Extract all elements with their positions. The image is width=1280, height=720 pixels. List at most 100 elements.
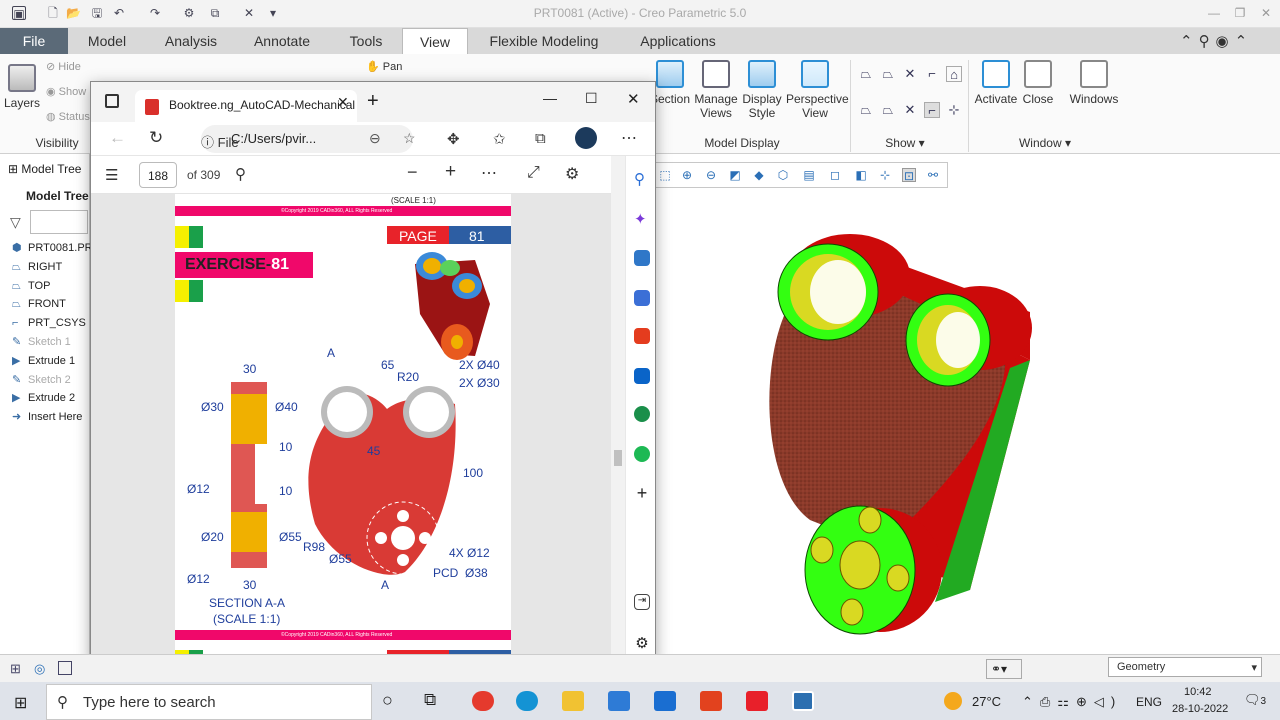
office-taskbar-icon[interactable]	[700, 691, 722, 711]
view-manager-icon[interactable]: ▤	[802, 168, 816, 182]
language-indicator[interactable]: ENG	[1136, 695, 1162, 709]
filter-icon[interactable]: ▽	[10, 214, 21, 231]
tab-flexible-modeling[interactable]: Flexible Modeling	[474, 28, 614, 54]
minimize-icon[interactable]: —	[1200, 3, 1228, 23]
temperature[interactable]: 27°C	[972, 694, 1001, 709]
show-spin-center-icon[interactable]: ⊹	[946, 102, 962, 118]
hide-sidebar-icon[interactable]: ⇥	[634, 594, 650, 610]
back-icon[interactable]: ←	[109, 128, 126, 148]
close-button[interactable]: Close	[1020, 60, 1056, 106]
pdf-settings-icon[interactable]: ⚙	[565, 164, 579, 184]
contents-icon[interactable]: ☰	[105, 166, 118, 184]
spin-center-icon[interactable]: ⚯	[926, 168, 940, 182]
zoom-in-icon[interactable]: ⊕	[680, 168, 694, 182]
pdf-search-icon[interactable]: ⚲	[235, 165, 246, 183]
site-info[interactable]: ⓘ File	[201, 132, 239, 151]
edge-close-icon[interactable]: ✕	[627, 90, 640, 108]
full-screen-icon[interactable]	[58, 661, 72, 675]
pdf-viewport[interactable]: (SCALE 1:1) ©Copyright 2019 CADin360, AL…	[91, 194, 611, 662]
tree-item[interactable]: Extrude 1	[28, 355, 75, 367]
show-button[interactable]: ◉ Show	[46, 85, 86, 98]
activate-button[interactable]: Activate	[974, 60, 1018, 106]
tree-item[interactable]: PRT_CSYS	[28, 317, 86, 329]
favorites-icon[interactable]: ✩	[493, 130, 506, 148]
favorite-add-icon[interactable]: ☆	[403, 130, 416, 147]
zoom-out-icon[interactable]: ⊖	[704, 168, 718, 182]
tab-annotate[interactable]: Annotate	[242, 28, 322, 54]
edge-tab[interactable]: Booktree.ng_AutoCAD-Mechanical	[135, 90, 357, 122]
show-group-label[interactable]: Show ▾	[880, 136, 930, 150]
tree-item[interactable]: Sketch 2	[28, 374, 71, 386]
new-tab-icon[interactable]: +	[367, 90, 379, 113]
browser-toggle-icon[interactable]: ◎	[34, 661, 45, 677]
tree-item[interactable]: Insert Here	[28, 411, 82, 423]
collections-icon[interactable]: ⧉	[535, 130, 546, 147]
wps-icon[interactable]	[746, 691, 768, 711]
show-point-icon[interactable]: ✕	[902, 66, 918, 82]
office-icon[interactable]	[634, 328, 650, 344]
help-search-icons[interactable]: ⌃⚲◉⌃	[1180, 32, 1276, 50]
show-all-icon[interactable]: ⌂	[946, 66, 962, 82]
tree-item[interactable]: Extrude 2	[28, 392, 75, 404]
manage-views-button[interactable]: Manage Views	[694, 60, 738, 120]
section-button[interactable]: Section	[650, 60, 690, 106]
more-menu-icon[interactable]: ⋯	[621, 128, 637, 148]
games-icon[interactable]	[634, 406, 650, 422]
zoom-icon[interactable]: ⊖	[369, 130, 381, 147]
tree-search-input[interactable]	[30, 210, 88, 234]
pdf-zoom-out-icon[interactable]: −	[407, 162, 418, 183]
fit-page-icon[interactable]: ⤢	[527, 164, 540, 182]
windows-button[interactable]: Windows	[1068, 60, 1120, 106]
selection-filter[interactable]: Geometry ▾	[1108, 657, 1262, 677]
repaint-icon[interactable]: ◩	[728, 168, 742, 182]
saved-orientations-icon[interactable]: ⬡	[776, 168, 790, 182]
tab-applications[interactable]: Applications	[622, 28, 734, 54]
show-axis-tag-icon[interactable]: ⏢	[880, 102, 896, 118]
task-view-icon[interactable]: ⧉	[424, 690, 436, 710]
refresh-icon[interactable]: ↻	[149, 128, 163, 148]
start-icon[interactable]: ⊞	[14, 693, 27, 713]
perspective-view-button[interactable]: Perspective View	[786, 60, 849, 120]
clock-date[interactable]: 28-10-2022	[1172, 703, 1228, 715]
show-point-tag-icon[interactable]: ✕	[902, 102, 918, 118]
show-plane-icon[interactable]: ⏢	[858, 66, 874, 82]
refit-icon[interactable]: ⬚	[658, 168, 672, 182]
mail-icon[interactable]	[654, 691, 676, 711]
pdf-scroll-thumb[interactable]	[614, 450, 622, 466]
show-csys-icon[interactable]: ⌐	[924, 66, 940, 82]
status-button[interactable]: ◍ Status	[46, 110, 90, 123]
copilot-icon[interactable]: ✦	[634, 210, 650, 228]
tab-model[interactable]: Model	[74, 28, 140, 54]
extensions-icon[interactable]: ✥	[447, 130, 460, 148]
chrome-icon[interactable]	[472, 691, 494, 711]
edge-maximize-icon[interactable]: ☐	[585, 90, 598, 107]
tab-analysis[interactable]: Analysis	[152, 28, 230, 54]
window-group-label[interactable]: Window ▾	[1000, 136, 1090, 150]
tree-item[interactable]: PRT0081.PRT	[28, 242, 99, 254]
sidebar-search-icon[interactable]: ⚲	[634, 170, 650, 188]
find-icon[interactable]: ⚭▾	[986, 659, 1022, 679]
hide-button[interactable]: ⊘ Hide	[46, 60, 81, 73]
tree-item[interactable]: TOP	[28, 280, 50, 292]
close-tab-icon[interactable]: ✕	[337, 94, 349, 111]
perspective-small-icon[interactable]: ◻	[828, 168, 842, 182]
tree-item[interactable]: Sketch 1	[28, 336, 71, 348]
close-icon[interactable]: ✕	[1252, 3, 1280, 23]
display-style-button[interactable]: Display Style	[742, 60, 782, 120]
shopping-icon[interactable]	[634, 250, 650, 266]
outlook-icon[interactable]	[634, 368, 650, 384]
layers-button[interactable]: Layers	[4, 64, 40, 110]
tab-file[interactable]: File	[0, 28, 68, 54]
tree-item[interactable]: RIGHT	[28, 261, 62, 273]
taskbar-search[interactable]: ⚲ Type here to search	[46, 684, 372, 720]
display-style-small-icon[interactable]: ◆	[752, 168, 766, 182]
datum-display-icon[interactable]: ⊹	[878, 168, 892, 182]
pdf-scrollbar[interactable]	[611, 156, 625, 662]
edge-minimize-icon[interactable]: —	[543, 90, 557, 106]
toggle-navigator-icon[interactable]: ⊞	[10, 661, 21, 677]
section-small-icon[interactable]: ◧	[854, 168, 868, 182]
model-3d-viewport[interactable]	[740, 220, 1060, 640]
sidebar-settings-icon[interactable]: ⚙	[634, 634, 650, 652]
profile-avatar[interactable]	[575, 127, 597, 149]
model-tree-tab[interactable]: ⊞ Model Tree	[8, 162, 81, 176]
